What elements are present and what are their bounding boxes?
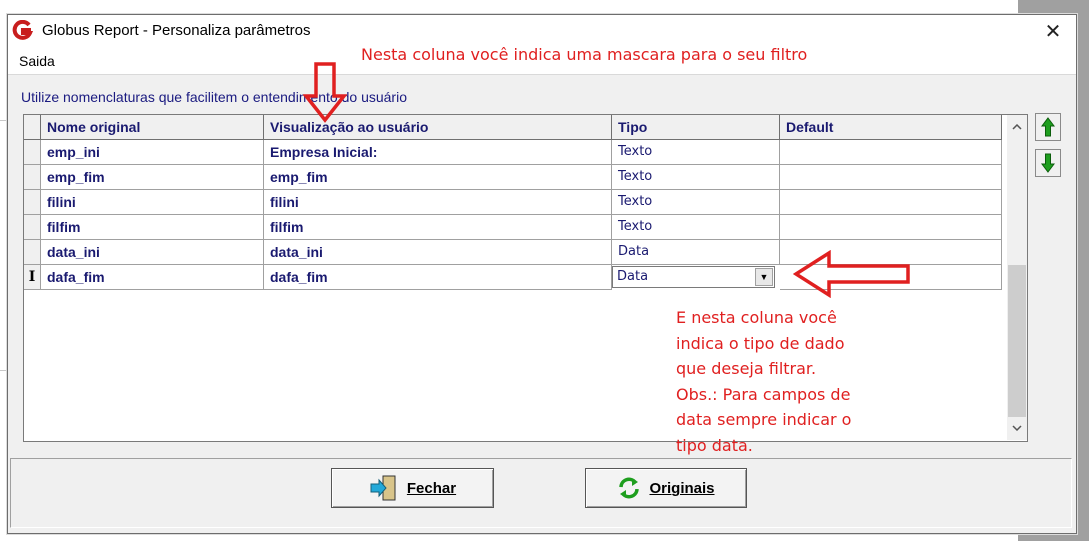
cell-default[interactable] [780,140,1002,165]
row-indicator[interactable] [24,215,41,240]
chevron-down-icon[interactable]: ▼ [755,268,773,286]
column-header-default[interactable]: Default [780,115,1002,140]
green-down-arrow-icon [1041,153,1055,173]
cell-nome-original[interactable]: data_ini [41,240,264,265]
table-row[interactable]: filini filini Texto [24,190,1007,215]
column-header-nome-original[interactable]: Nome original [41,115,264,140]
refresh-icon [619,477,640,499]
cell-visualizacao[interactable]: data_ini [264,240,612,265]
cell-default[interactable] [780,165,1002,190]
cell-visualizacao[interactable]: filfim [264,215,612,240]
menu-divider [8,74,1076,75]
annotation-top-text: Nesta coluna você indica uma mascara par… [361,45,808,64]
row-indicator[interactable] [24,165,41,190]
originais-label: Originais [649,479,715,497]
green-up-arrow-icon [1041,117,1055,137]
button-panel [10,458,1072,528]
cell-visualizacao[interactable]: emp_fim [264,165,612,190]
table-row[interactable]: emp_ini Empresa Inicial: Texto [24,140,1007,165]
cell-tipo[interactable]: Data [612,240,780,265]
annotation-side-text: E nesta coluna você indica o tipo de dad… [676,308,852,455]
tipo-dropdown[interactable]: Data ▼ [612,266,775,288]
originais-button[interactable]: Originais [585,468,747,508]
exit-door-icon [370,475,396,501]
row-indicator[interactable] [24,140,41,165]
move-down-button[interactable] [1035,149,1061,177]
column-header-tipo[interactable]: Tipo [612,115,780,140]
cell-tipo[interactable]: Texto [612,165,780,190]
cell-nome-original[interactable]: dafa_fim [41,265,264,290]
dialog-window: Globus Report - Personaliza parâmetros ✕… [7,14,1077,534]
background-divider [0,120,7,121]
window-title: Globus Report - Personaliza parâmetros [42,22,311,39]
red-down-arrow-icon [303,62,347,123]
title-bar: Globus Report - Personaliza parâmetros ✕ [8,15,1076,46]
table-row[interactable]: emp_fim emp_fim Texto [24,165,1007,190]
globus-logo-icon [12,20,34,40]
grid-header-row: Nome original Visualização ao usuário Ti… [24,115,1007,140]
cell-nome-original[interactable]: filfim [41,215,264,240]
row-indicator[interactable] [24,240,41,265]
fechar-button[interactable]: Fechar [331,468,494,508]
menu-item-saida[interactable]: Saida [19,53,55,69]
cell-default[interactable] [780,190,1002,215]
tipo-dropdown-value: Data [617,269,649,284]
cell-nome-original[interactable]: emp_fim [41,165,264,190]
cell-visualizacao[interactable]: filini [264,190,612,215]
background-divider [0,370,7,371]
close-button[interactable]: ✕ [1040,19,1066,43]
hint-text: Utilize nomenclaturas que facilitem o en… [21,89,407,105]
scroll-down-icon[interactable] [1007,418,1027,438]
cell-visualizacao[interactable]: Empresa Inicial: [264,140,612,165]
fechar-label: Fechar [406,479,457,497]
cell-tipo[interactable]: Texto [612,190,780,215]
scroll-up-icon[interactable] [1007,117,1027,137]
scroll-thumb[interactable] [1008,265,1026,417]
vertical-scrollbar[interactable] [1007,115,1027,440]
header-indicator-cell [24,115,41,140]
row-edit-indicator[interactable]: I [24,265,41,290]
cell-tipo[interactable]: Texto [612,215,780,240]
move-up-button[interactable] [1035,113,1061,141]
table-row[interactable]: filfim filfim Texto [24,215,1007,240]
row-indicator[interactable] [24,190,41,215]
red-left-arrow-icon [793,250,910,298]
cell-visualizacao[interactable]: dafa_fim [264,265,612,290]
cell-tipo[interactable]: Texto [612,140,780,165]
cell-nome-original[interactable]: filini [41,190,264,215]
cell-default[interactable] [780,215,1002,240]
cell-nome-original[interactable]: emp_ini [41,140,264,165]
